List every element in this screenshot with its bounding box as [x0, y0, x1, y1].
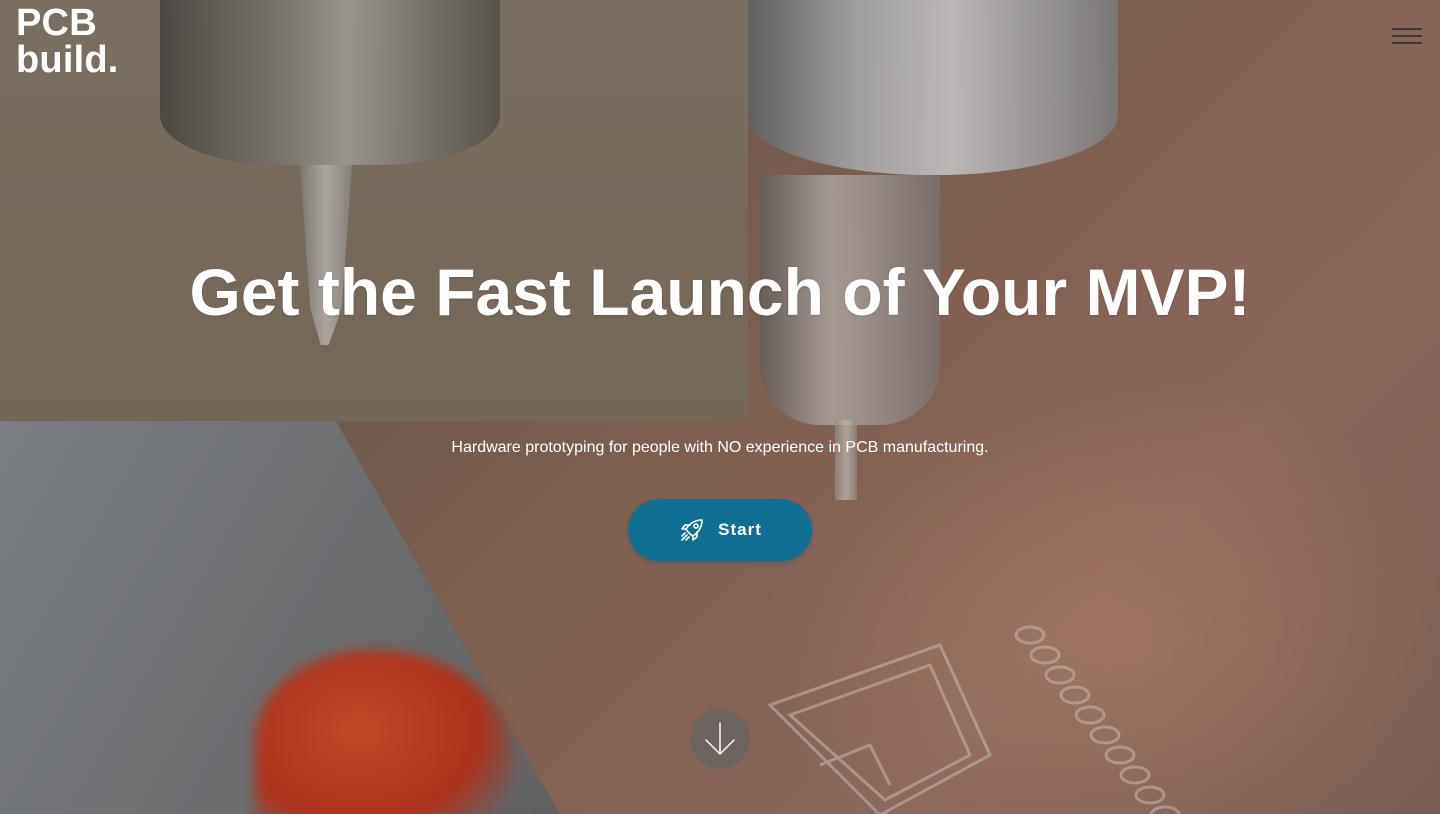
hamburger-menu-icon[interactable] — [1392, 26, 1424, 48]
menu-line — [1392, 28, 1422, 30]
rocket-icon — [678, 516, 706, 544]
logo-line-2: build. — [16, 39, 119, 81]
hero-subheadline: Hardware prototyping for people with NO … — [451, 439, 989, 456]
hero-headline: Get the Fast Launch of Your MVP! — [189, 255, 1251, 329]
start-button-label: Start — [718, 520, 762, 539]
background-overlay — [0, 0, 1440, 814]
arrow-down-icon — [705, 722, 735, 756]
menu-line — [1392, 42, 1422, 44]
site-logo[interactable]: PCB build. — [16, 2, 119, 81]
start-button[interactable]: Start — [628, 499, 812, 561]
menu-line — [1392, 35, 1422, 37]
hero-section: PCB build. Get the Fast Launch of Your M… — [0, 0, 1440, 814]
logo-line-1: PCB — [16, 2, 97, 44]
scroll-down-button[interactable] — [690, 709, 750, 769]
